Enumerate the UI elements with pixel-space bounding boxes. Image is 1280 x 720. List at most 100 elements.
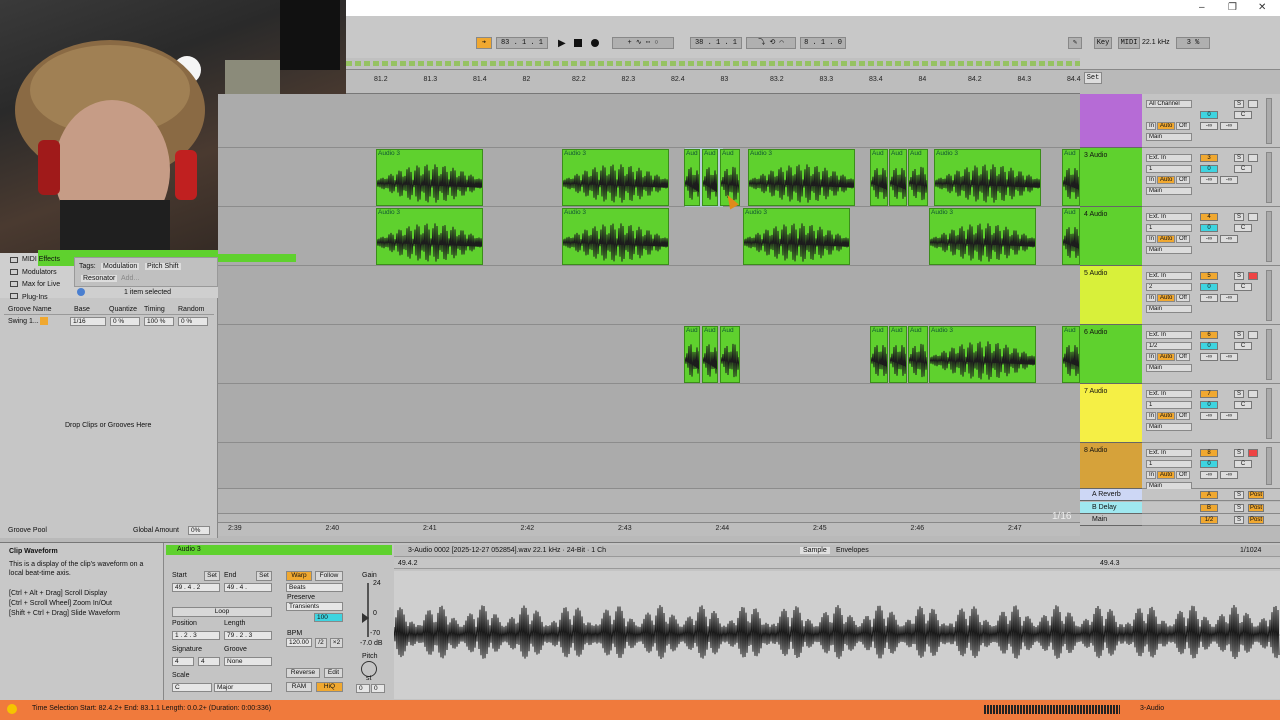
return-letter[interactable]: 1/2: [1200, 516, 1218, 524]
monitor-in[interactable]: In: [1146, 412, 1156, 420]
return-solo[interactable]: S: [1234, 503, 1244, 512]
audio-clip[interactable]: Aud: [889, 149, 907, 206]
return-letter[interactable]: A: [1200, 491, 1218, 499]
audio-clip[interactable]: Aud: [1062, 149, 1080, 206]
track-volume[interactable]: 0: [1200, 165, 1218, 173]
track-volume[interactable]: 0: [1200, 401, 1218, 409]
scale-mode-select[interactable]: Major: [214, 683, 272, 692]
warp-toggle[interactable]: Warp: [286, 571, 312, 581]
monitor-off[interactable]: Off: [1176, 294, 1190, 302]
track-pan[interactable]: C: [1234, 401, 1252, 409]
solo-button[interactable]: S: [1234, 449, 1244, 457]
monitor-in[interactable]: In: [1146, 471, 1156, 479]
sample-waveform[interactable]: [393, 571, 1280, 699]
track-header[interactable]: 3 Audio: [1080, 148, 1142, 207]
monitor-off[interactable]: Off: [1176, 471, 1190, 479]
monitor-off[interactable]: Off: [1176, 122, 1190, 130]
play-button[interactable]: ▶: [558, 38, 566, 49]
track-number[interactable]: 8: [1200, 449, 1218, 457]
beat-ruler[interactable]: 81.2 81.3 81.4 82 82.2 82.3 82.4 83 83.2 83.3 83.4…: [346, 70, 1102, 94]
start-set-button[interactable]: Set: [204, 571, 220, 581]
return-post[interactable]: Post: [1248, 503, 1264, 512]
audio-clip[interactable]: Aud: [908, 149, 928, 206]
monitor-auto[interactable]: Auto: [1157, 122, 1175, 130]
warp-mode-select[interactable]: Beats: [286, 583, 343, 592]
arrangement-view[interactable]: Audio 3 Audio 3 Audio 3 Audio 3 Aud Aud Aud Aud…: [218, 94, 1080, 514]
return-track-header[interactable]: B Delay: [1080, 501, 1142, 514]
monitor-off[interactable]: Off: [1176, 235, 1190, 243]
track-volume[interactable]: 0: [1200, 342, 1218, 350]
tab-sample[interactable]: Sample: [800, 547, 830, 554]
audio-clip[interactable]: Aud: [684, 326, 700, 383]
input-select[interactable]: Ext. In: [1146, 449, 1192, 457]
track-pan[interactable]: C: [1234, 111, 1252, 119]
signature-denominator[interactable]: 4: [198, 657, 220, 666]
browser-item[interactable]: Max for Live: [22, 281, 60, 288]
track-volume[interactable]: 0: [1200, 224, 1218, 232]
input-select[interactable]: Ext. In: [1146, 390, 1192, 398]
monitor-off[interactable]: Off: [1176, 412, 1190, 420]
hiq-button[interactable]: HiQ: [316, 682, 343, 692]
audio-clip[interactable]: Audio 3: [562, 149, 669, 206]
arm-button[interactable]: [1248, 154, 1258, 162]
track-volume[interactable]: 0: [1200, 283, 1218, 291]
input-select[interactable]: Ext. In: [1146, 331, 1192, 339]
groove-base[interactable]: 1/16: [70, 317, 106, 326]
monitor-auto[interactable]: Auto: [1157, 294, 1175, 302]
gain-slider[interactable]: [367, 583, 369, 637]
return-post[interactable]: Post: [1248, 516, 1264, 524]
track-number[interactable]: 5: [1200, 272, 1218, 280]
audio-clip[interactable]: Audio 3: [562, 208, 669, 265]
track-header[interactable]: 7 Audio: [1080, 384, 1142, 443]
track-number[interactable]: 7: [1200, 390, 1218, 398]
browser-item[interactable]: Modulators: [22, 269, 57, 276]
tag-pitch-shift[interactable]: Pitch Shift: [145, 263, 181, 270]
grain-field[interactable]: 100: [314, 613, 343, 622]
midi-map-button[interactable]: MIDI: [1118, 37, 1140, 49]
clip-fragment[interactable]: [218, 254, 296, 262]
signature-numerator[interactable]: 4: [172, 657, 194, 666]
track-lane[interactable]: [218, 384, 1080, 443]
track-volume[interactable]: 0: [1200, 111, 1218, 119]
audio-clip[interactable]: Aud: [870, 149, 888, 206]
audio-clip[interactable]: Aud: [684, 149, 700, 206]
maximize-button[interactable]: ❐: [1228, 2, 1237, 13]
channel-select[interactable]: 1: [1146, 165, 1192, 173]
end-set-button[interactable]: Set: [256, 571, 272, 581]
solo-button[interactable]: S: [1234, 331, 1244, 339]
monitor-in[interactable]: In: [1146, 235, 1156, 243]
track-header[interactable]: 5 Audio: [1080, 266, 1142, 325]
loop-length[interactable]: 8 . 1 . 0: [800, 37, 846, 49]
follow-toggle-clip[interactable]: Follow: [315, 571, 343, 581]
solo-button[interactable]: S: [1234, 390, 1244, 398]
double-tempo-button[interactable]: ×2: [330, 638, 343, 648]
solo-button[interactable]: S: [1234, 272, 1244, 280]
audio-clip[interactable]: Audio 3: [376, 149, 483, 206]
follow-toggle[interactable]: ➔: [476, 37, 492, 49]
track-lane[interactable]: [218, 443, 1080, 489]
track-lane[interactable]: [218, 266, 1080, 325]
output-select[interactable]: Main: [1146, 423, 1192, 431]
bpm-field[interactable]: 120.00: [286, 638, 312, 647]
track-header[interactable]: 8 Audio: [1080, 443, 1142, 489]
monitor-in[interactable]: In: [1146, 294, 1156, 302]
groove-row[interactable]: Swing 1... 1/16 0 % 100 % 0 %: [4, 317, 214, 327]
close-button[interactable]: ✕: [1258, 2, 1266, 13]
ram-button[interactable]: RAM: [286, 682, 312, 692]
arm-button[interactable]: [1248, 272, 1258, 280]
track-header[interactable]: 4 Audio: [1080, 207, 1142, 266]
track-number[interactable]: 4: [1200, 213, 1218, 221]
channel-select[interactable]: 1/2: [1146, 342, 1192, 350]
track-pan[interactable]: C: [1234, 342, 1252, 350]
audio-clip[interactable]: Audio 3: [929, 326, 1036, 383]
preserve-select[interactable]: Transients: [286, 602, 343, 611]
audio-clip[interactable]: Aud: [889, 326, 907, 383]
return-solo[interactable]: S: [1234, 516, 1244, 524]
monitor-auto[interactable]: Auto: [1157, 353, 1175, 361]
input-select[interactable]: All Channel: [1146, 100, 1192, 108]
input-select[interactable]: Ext. In: [1146, 272, 1192, 280]
solo-button[interactable]: S: [1234, 213, 1244, 221]
monitor-auto[interactable]: Auto: [1157, 176, 1175, 184]
gain-handle[interactable]: [362, 613, 369, 623]
key-map-button[interactable]: Key: [1094, 37, 1112, 49]
